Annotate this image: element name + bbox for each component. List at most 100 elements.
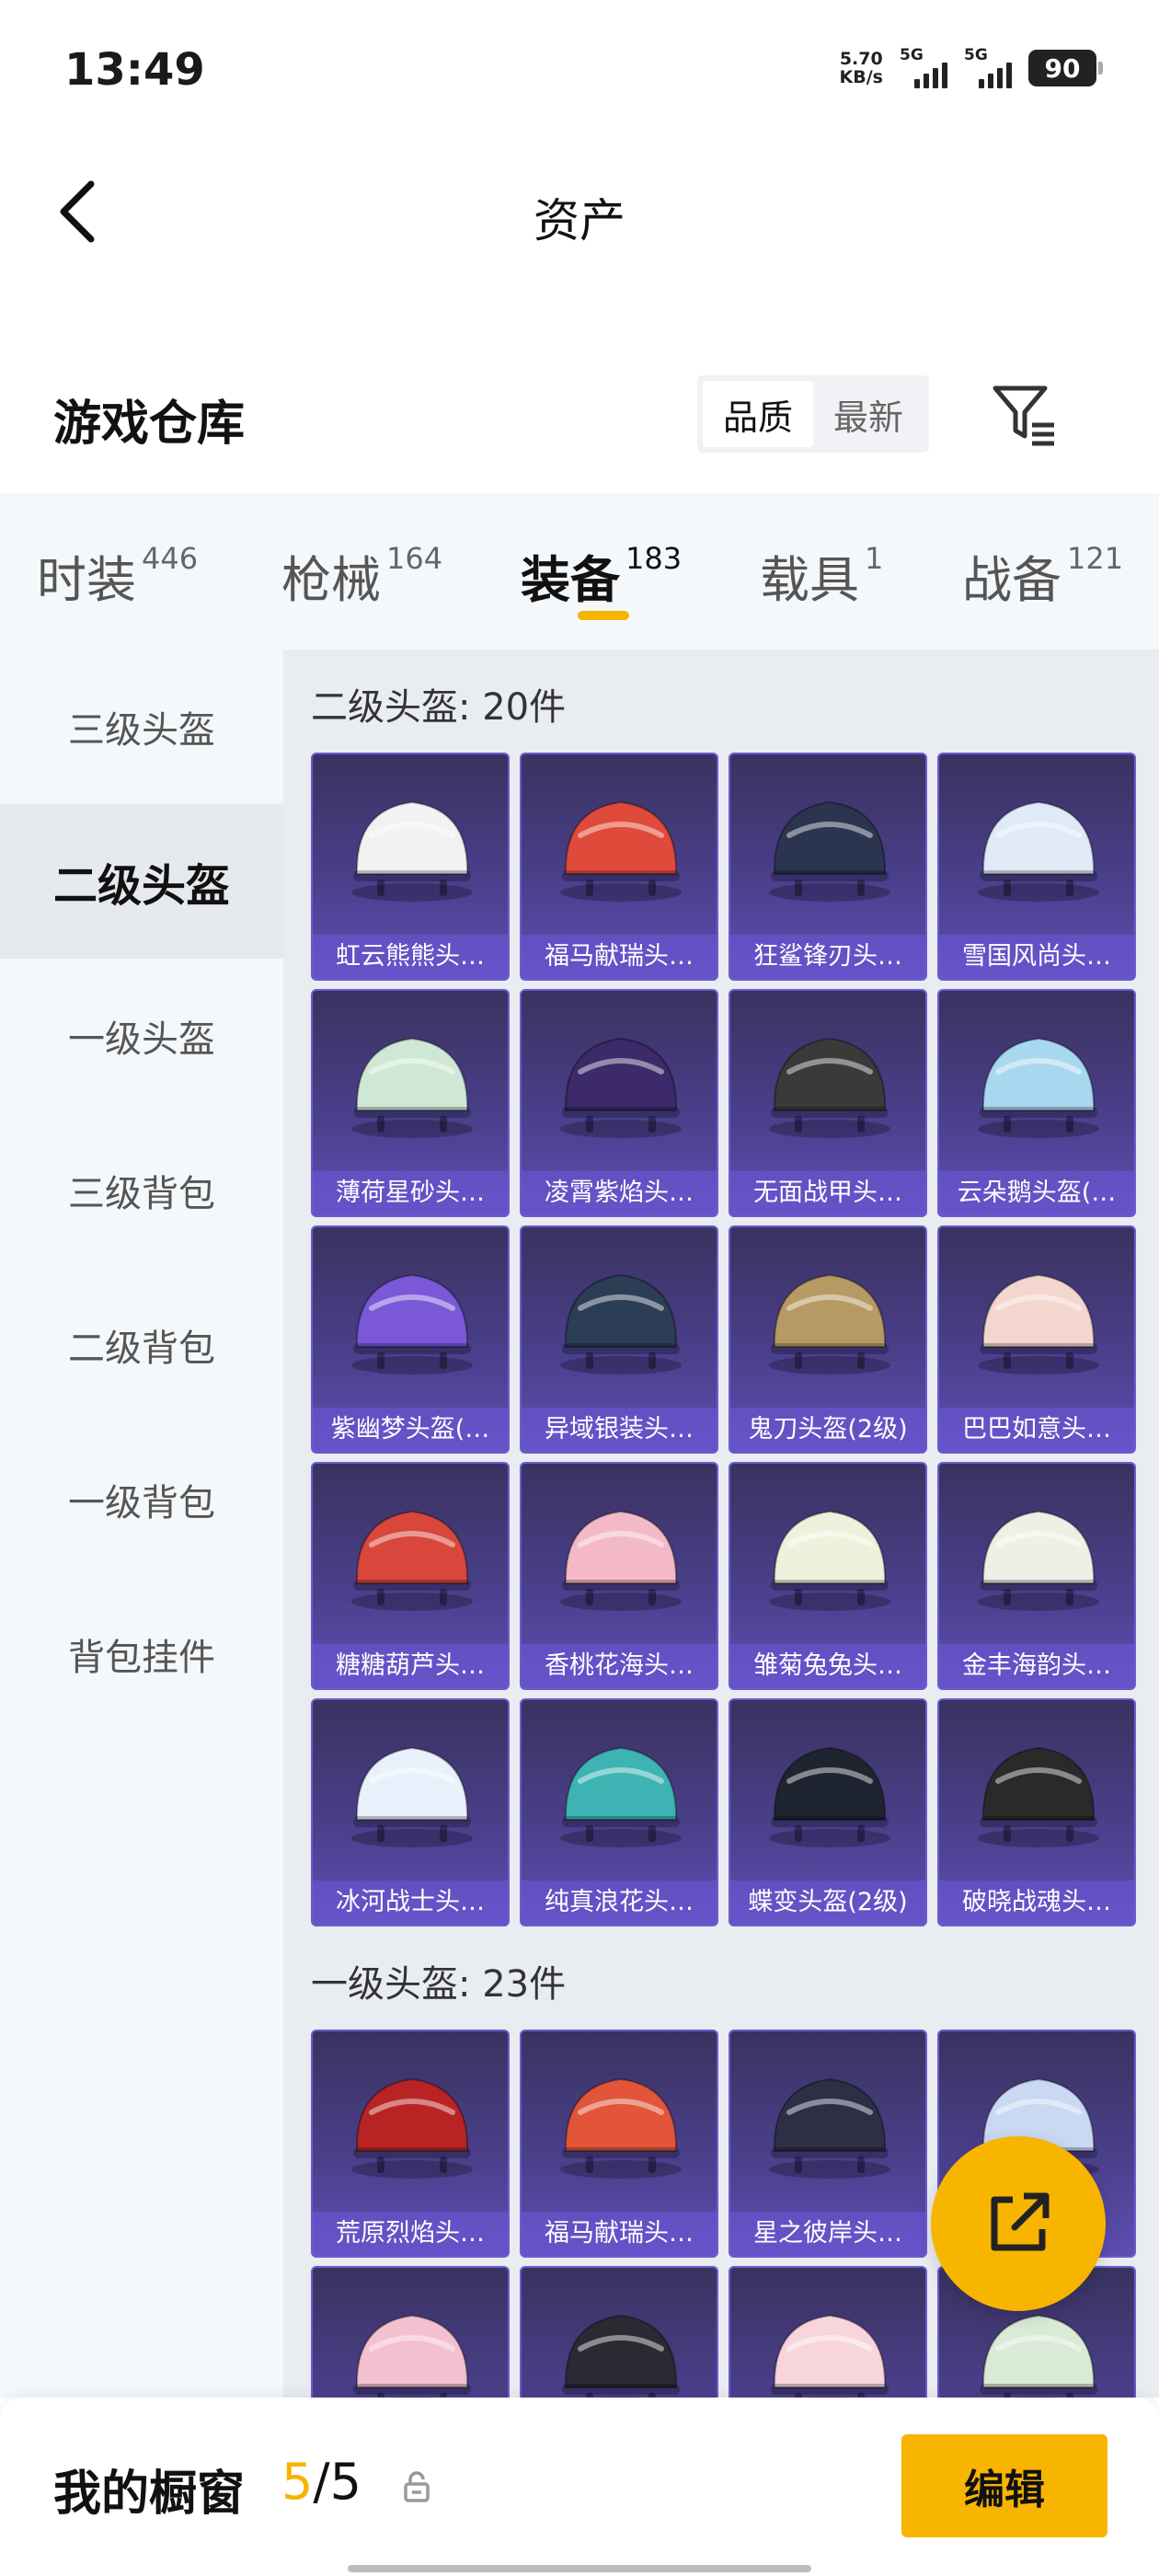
helmet-card[interactable]: 星之彼岸头…: [729, 2030, 927, 2258]
tab-outfits[interactable]: 时装 446: [37, 539, 198, 612]
helmet-icon: [351, 800, 473, 902]
helmet-name: 纯真浪花头…: [522, 1880, 717, 1925]
home-indicator[interactable]: [348, 2565, 811, 2572]
sort-toggle: 品质 最新: [697, 375, 929, 453]
tab-label: 装备: [521, 551, 620, 609]
battery-icon: 90: [1028, 50, 1103, 86]
helmet-card[interactable]: 紫幽梦头盔(…: [311, 1225, 510, 1454]
tab-combat-gear[interactable]: 战备 121: [962, 539, 1123, 612]
helmet-name: 巴巴如意头…: [939, 1408, 1134, 1452]
sort-option-quality[interactable]: 品质: [703, 381, 813, 447]
helmet-card[interactable]: 无面战甲头…: [729, 989, 927, 1217]
helmet-card[interactable]: 异域银装头…: [520, 1225, 718, 1454]
sidebar-item-level2-helmet[interactable]: 二级头盔: [0, 804, 283, 959]
tab-label: 战备: [962, 551, 1061, 609]
showcase-count: 5/5: [281, 2453, 361, 2511]
helmet-card[interactable]: 巴巴如意头…: [937, 1225, 1136, 1454]
helmet-icon: [353, 2314, 471, 2398]
helmet-icon: [560, 1273, 682, 1374]
helmet-icon: [978, 800, 1099, 902]
helmet-name: 金丰海韵头…: [939, 1644, 1134, 1688]
helmet-card[interactable]: [311, 2266, 510, 2398]
helmet-card[interactable]: 福马献瑞头…: [520, 753, 718, 981]
showcase-count-current: 5: [281, 2453, 314, 2511]
filter-button[interactable]: [988, 379, 1061, 453]
tab-count: 446: [142, 541, 199, 576]
tab-label: 时装: [37, 551, 136, 609]
signal-icon: 5G: [900, 46, 947, 88]
helmet-icon: [351, 2077, 473, 2179]
helmet-name: 凌霄紫焰头…: [522, 1171, 717, 1215]
helmet-name: 雏菊兔兔头…: [730, 1644, 925, 1688]
tab-label: 载具: [760, 551, 859, 609]
helmet-icon: [769, 1037, 890, 1138]
helmet-card[interactable]: 荒原烈焰头…: [311, 2030, 510, 2258]
sidebar-item-level2-backpack[interactable]: 二级背包: [0, 1268, 283, 1422]
sidebar-item-backpack-charm[interactable]: 背包挂件: [0, 1577, 283, 1731]
sidebar-item-level1-backpack[interactable]: 一级背包: [0, 1422, 283, 1577]
helmet-card[interactable]: 薄荷星砂头…: [311, 989, 510, 1217]
helmet-name: 破晓战魂头…: [939, 1880, 1134, 1925]
network-speed: 5.70 KB/s: [840, 50, 883, 86]
helmet-icon: [771, 2314, 889, 2398]
showcase-bottom-bar: 我的橱窗 5/5 编辑: [0, 2398, 1159, 2576]
helmet-name: 冰河战士头…: [313, 1880, 508, 1925]
helmet-card[interactable]: [729, 2266, 927, 2398]
helmet-name: 狂鲨锋刃头…: [730, 935, 925, 979]
helmet-card[interactable]: 香桃花海头…: [520, 1462, 718, 1690]
helmet-name: 薄荷星砂头…: [313, 1171, 508, 1215]
helmet-card[interactable]: 虹云熊熊头…: [311, 753, 510, 981]
sidebar-item-level3-backpack[interactable]: 三级背包: [0, 1113, 283, 1268]
sim1-label: 5G: [900, 46, 924, 64]
helmet-name: 云朵鹅头盔(…: [939, 1171, 1134, 1215]
tab-label: 枪械: [281, 551, 381, 609]
helmet-card[interactable]: 金丰海韵头…: [937, 1462, 1136, 1690]
helmet-icon: [351, 1510, 473, 1611]
helmet-card[interactable]: 凌霄紫焰头…: [520, 989, 718, 1217]
signal-icon: 5G: [964, 46, 1012, 88]
helmet-name: 异域银装头…: [522, 1408, 717, 1452]
helmet-card[interactable]: 狂鲨锋刃头…: [729, 753, 927, 981]
helmet-icon: [351, 1273, 473, 1374]
filter-list-icon: [993, 385, 1054, 446]
helmet-card[interactable]: 云朵鹅头盔(…: [937, 989, 1136, 1217]
helmet-card[interactable]: 纯真浪花头…: [520, 1698, 718, 1926]
tab-count: 183: [625, 541, 683, 576]
edit-button[interactable]: 编辑: [901, 2434, 1107, 2537]
helmet-icon: [562, 2314, 680, 2398]
helmet-name: 福马献瑞头…: [522, 2212, 717, 2256]
helmet-icon: [978, 1037, 1099, 1138]
helmet-name: 糖糖葫芦头…: [313, 1644, 508, 1688]
section-title-level2-helmet: 二级头盔: 20件: [311, 686, 567, 729]
showcase-label: 我的橱窗: [53, 2467, 246, 2522]
helmet-card[interactable]: 雏菊兔兔头…: [729, 1462, 927, 1690]
helmet-name: 荒原烈焰头…: [313, 2212, 508, 2256]
helmet-card[interactable]: 福马献瑞头…: [520, 2030, 718, 2258]
sidebar-item-level1-helmet[interactable]: 一级头盔: [0, 959, 283, 1113]
helmet-card[interactable]: 蝶变头盔(2级): [729, 1698, 927, 1926]
network-speed-value: 5.70: [839, 49, 883, 69]
section-title-level1-helmet: 一级头盔: 23件: [311, 1963, 567, 2006]
tab-vehicles[interactable]: 载具 1: [760, 539, 883, 612]
helmet-card[interactable]: 鬼刀头盔(2级): [729, 1225, 927, 1454]
sidebar-item-level3-helmet[interactable]: 三级头盔: [0, 650, 283, 804]
helmet-card[interactable]: [520, 2266, 718, 2398]
helmet-card[interactable]: 糖糖葫芦头…: [311, 1462, 510, 1690]
tab-equipment[interactable]: 装备 183: [521, 539, 682, 612]
app-header: 资产: [0, 138, 1159, 285]
showcase-count-total: 5: [329, 2453, 361, 2511]
helmet-icon: [560, 1037, 682, 1138]
tab-firearms[interactable]: 枪械 164: [281, 539, 442, 612]
helmet-name: 雪国风尚头…: [939, 935, 1134, 979]
helmet-name: 香桃花海头…: [522, 1644, 717, 1688]
share-fab-button[interactable]: [931, 2136, 1106, 2311]
page-title: 资产: [534, 194, 625, 247]
helmet-card[interactable]: 破晓战魂头…: [937, 1698, 1136, 1926]
helmet-card[interactable]: 雪国风尚头…: [937, 753, 1136, 981]
helmet-icon: [978, 1273, 1099, 1374]
showcase-count-separator: /: [313, 2453, 330, 2511]
helmet-card[interactable]: 冰河战士头…: [311, 1698, 510, 1926]
sub-category-sidebar: 三级头盔 二级头盔 一级头盔 三级背包 二级背包 一级背包 背包挂件: [0, 650, 283, 2398]
share-external-icon: [991, 2192, 1050, 2251]
sort-option-newest[interactable]: 最新: [813, 381, 924, 447]
